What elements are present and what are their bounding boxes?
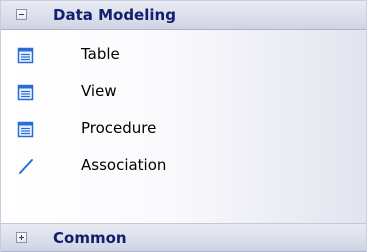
group-items-data-modeling: Table View Procedure Association [1,30,366,223]
item-label: Table [81,45,120,63]
item-label: Procedure [81,119,157,137]
toolbox-panel: Data Modeling Table View Procedure Assoc… [0,0,367,252]
group-title: Common [53,229,127,247]
group-title: Data Modeling [53,6,176,24]
table-icon [17,47,35,64]
group-header-data-modeling[interactable]: Data Modeling [1,1,366,30]
expand-plus-icon[interactable] [16,232,27,243]
toolbox-item-association[interactable]: Association [1,148,366,184]
toolbox-item-procedure[interactable]: Procedure [1,111,366,147]
item-label: View [81,82,117,100]
collapse-minus-icon[interactable] [16,9,27,20]
toolbox-item-view[interactable]: View [1,74,366,110]
item-label: Association [81,156,167,174]
procedure-icon [17,121,35,138]
toolbox-item-table[interactable]: Table [1,37,366,73]
group-header-common[interactable]: Common [1,223,366,252]
association-line-icon [17,158,35,175]
view-icon [17,84,35,101]
